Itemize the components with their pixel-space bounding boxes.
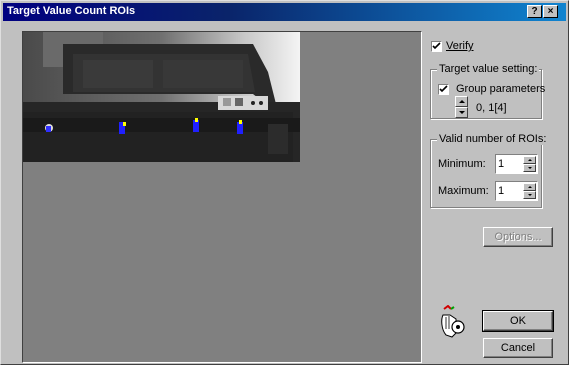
spinner-down-icon[interactable]	[455, 107, 468, 118]
help-icon: ?	[531, 6, 538, 17]
maximum-up-icon[interactable]	[523, 183, 536, 191]
maximum-stepper[interactable]	[495, 181, 538, 201]
minimum-stepper[interactable]	[495, 154, 538, 174]
minimum-down-icon[interactable]	[523, 164, 536, 172]
group-parameters-label[interactable]: Group parameters	[456, 83, 545, 95]
cancel-button[interactable]: Cancel	[483, 338, 553, 358]
minimum-label: Minimum:	[438, 158, 486, 170]
camera-image	[23, 32, 300, 162]
title-bar[interactable]: Target Value Count ROIs ? ×	[3, 3, 566, 21]
minimum-input[interactable]	[498, 156, 520, 171]
minimum-up-icon[interactable]	[523, 156, 536, 164]
maximum-input[interactable]	[498, 183, 520, 198]
help-button[interactable]: ?	[527, 5, 542, 18]
valid-rois-group-title: Valid number of ROIs:	[437, 133, 549, 145]
verify-checkbox[interactable]	[431, 41, 442, 52]
maximum-spin[interactable]	[523, 183, 536, 199]
maximum-down-icon[interactable]	[523, 191, 536, 199]
ok-button[interactable]: OK	[482, 310, 554, 332]
maximum-label: Maximum:	[438, 185, 489, 197]
minimum-spin[interactable]	[523, 156, 536, 172]
target-value-spinner[interactable]	[455, 96, 468, 118]
close-icon: ×	[547, 6, 554, 17]
group-parameters-checkbox[interactable]	[438, 84, 449, 95]
spinner-up-icon[interactable]	[455, 96, 468, 107]
window-title: Target Value Count ROIs	[7, 5, 136, 17]
target-value-group-title: Target value setting:	[437, 63, 540, 75]
close-button[interactable]: ×	[543, 5, 558, 18]
key-hand-icon	[438, 304, 466, 339]
target-value-text: 0, 1[4]	[476, 102, 507, 114]
verify-label[interactable]: Verify	[446, 40, 474, 52]
options-button[interactable]: Options...	[483, 227, 553, 247]
dialog-window: Target Value Count ROIs ? × Verify Targe…	[0, 0, 569, 365]
image-viewport[interactable]	[22, 31, 422, 363]
